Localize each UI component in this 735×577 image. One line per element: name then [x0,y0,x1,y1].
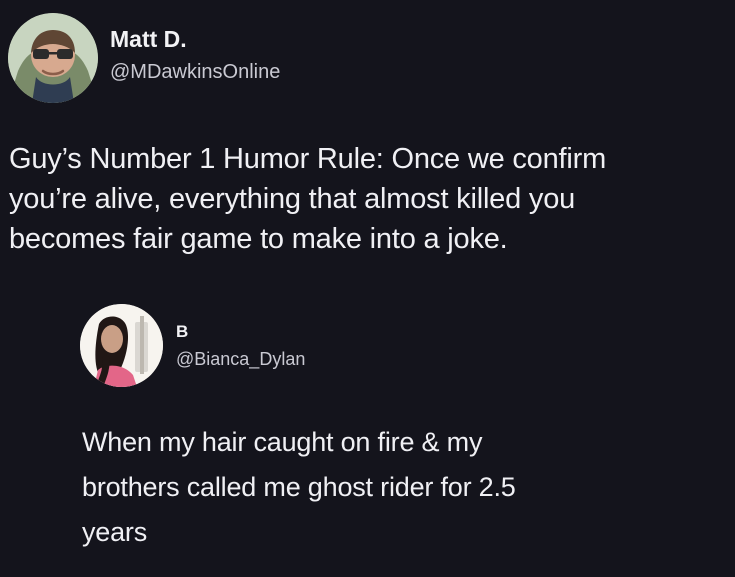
tweet-text: When my hair caught on fire & my brother… [82,427,516,547]
username[interactable]: @MDawkinsOnline [110,61,280,84]
avatar-image [8,13,98,103]
woman-with-dark-hair-avatar[interactable] [80,304,163,387]
display-name[interactable]: B [176,322,188,342]
avatar-image [80,304,163,387]
tweet-text: Guy’s Number 1 Humor Rule: Once we confi… [9,143,607,255]
display-name[interactable]: Matt D. [110,26,187,53]
username[interactable]: @Bianca_Dylan [176,349,305,370]
man-with-sunglasses-avatar[interactable] [8,13,98,103]
